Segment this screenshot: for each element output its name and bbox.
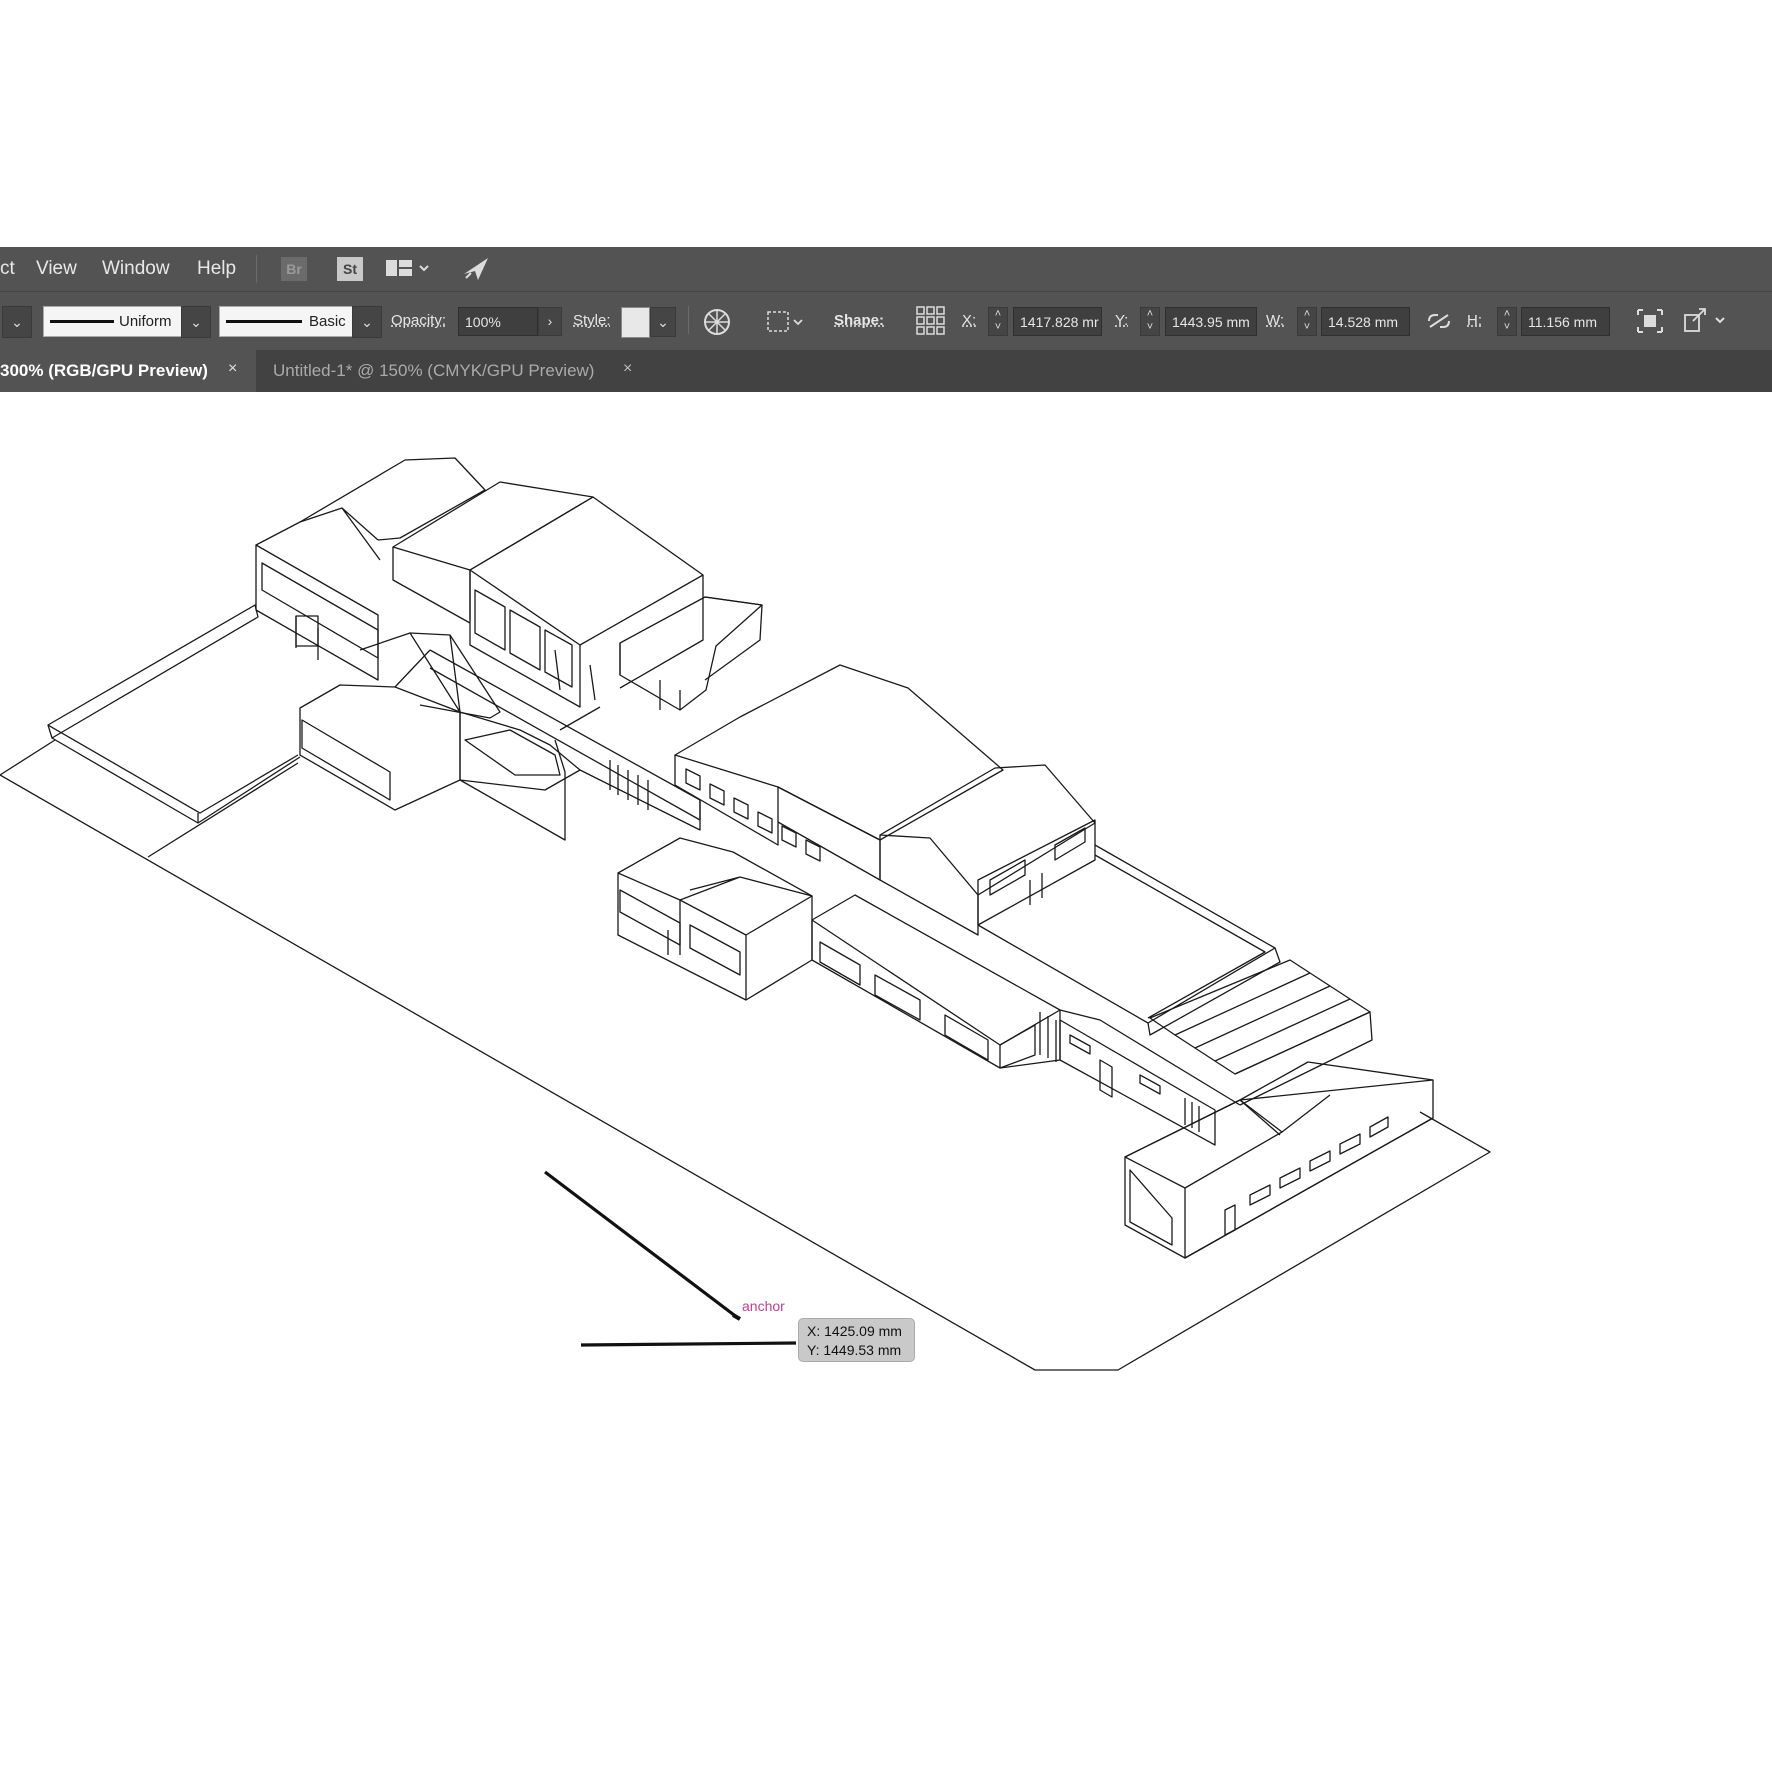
shape-label[interactable]: Shape: bbox=[834, 312, 884, 329]
gpu-performance-icon[interactable] bbox=[462, 256, 490, 287]
variable-width-profile-dropdown[interactable]: Uniform bbox=[43, 306, 183, 337]
x-stepper[interactable]: ˄ ˅ bbox=[988, 307, 1008, 336]
style-chevron-down-icon[interactable]: ⌄ bbox=[650, 307, 676, 337]
constrain-proportions-icon[interactable] bbox=[1426, 312, 1452, 335]
artboard-canvas[interactable]: anchor X: 1425.09 mm Y: 1449.53 mm bbox=[0, 392, 1772, 1772]
x-label[interactable]: X: bbox=[962, 312, 976, 329]
graphic-style-swatch[interactable] bbox=[621, 307, 650, 338]
stroke-weight-dropdown[interactable]: ⌄ bbox=[2, 306, 32, 338]
smart-guide-anchor-label: anchor bbox=[742, 1298, 785, 1314]
menu-view[interactable]: View bbox=[36, 258, 77, 280]
isolate-object-icon[interactable] bbox=[1636, 308, 1664, 339]
control-divider bbox=[688, 306, 689, 334]
y-field[interactable]: 1443.95 mm bbox=[1165, 307, 1257, 336]
brush-label: Basic bbox=[309, 313, 346, 330]
style-label[interactable]: Style: bbox=[573, 312, 611, 329]
coordinate-tooltip: X: 1425.09 mm Y: 1449.53 mm bbox=[798, 1318, 915, 1362]
transform-options-icon[interactable] bbox=[1683, 307, 1729, 340]
menu-window[interactable]: Window bbox=[102, 258, 170, 280]
tab-label: Untitled-1* @ 150% (CMYK/GPU Preview) bbox=[273, 361, 595, 380]
profile-chevron-down-icon[interactable]: ⌄ bbox=[181, 306, 211, 338]
y-label[interactable]: Y: bbox=[1115, 312, 1128, 329]
document-tab-bar: 300% (RGB/GPU Preview) × Untitled-1* @ 1… bbox=[0, 350, 1772, 392]
brush-definition-dropdown[interactable]: Basic bbox=[219, 306, 353, 337]
close-icon[interactable]: × bbox=[228, 360, 237, 378]
h-field[interactable]: 11.156 mm bbox=[1521, 307, 1610, 336]
menu-object[interactable]: ct bbox=[0, 258, 15, 280]
opacity-label[interactable]: Opacity: bbox=[391, 312, 446, 329]
stroke-profile-label: Uniform bbox=[119, 313, 172, 330]
tab-untitled-1[interactable]: Untitled-1* @ 150% (CMYK/GPU Preview) × bbox=[256, 350, 656, 392]
menu-divider bbox=[256, 255, 257, 283]
w-field[interactable]: 14.528 mm bbox=[1321, 307, 1410, 336]
opacity-field[interactable]: 100% bbox=[458, 307, 538, 336]
opacity-chevron-right-icon[interactable]: › bbox=[538, 307, 562, 336]
tab-active-document[interactable]: 300% (RGB/GPU Preview) × bbox=[0, 350, 256, 392]
w-stepper[interactable]: ˄ ˅ bbox=[1297, 307, 1317, 336]
stroke-preview bbox=[50, 320, 114, 323]
recolor-artwork-icon[interactable] bbox=[703, 308, 731, 341]
bridge-icon[interactable]: Br bbox=[281, 257, 307, 281]
menu-bar: ct View Window Help Br St bbox=[0, 247, 1772, 291]
control-bar: ⌄ Uniform ⌄ Basic ⌄ Opacity: 100% › Styl… bbox=[0, 291, 1772, 351]
close-icon[interactable]: × bbox=[623, 360, 632, 378]
tab-label: 300% (RGB/GPU Preview) bbox=[0, 361, 208, 380]
y-stepper[interactable]: ˄ ˅ bbox=[1140, 307, 1160, 336]
tooltip-y-readout: Y: 1449.53 mm bbox=[807, 1342, 902, 1358]
screen-margin bbox=[0, 0, 1772, 247]
x-field[interactable]: 1417.828 mr bbox=[1013, 307, 1102, 336]
brush-chevron-down-icon[interactable]: ⌄ bbox=[352, 306, 382, 338]
h-stepper[interactable]: ˄ ˅ bbox=[1497, 307, 1517, 336]
align-icon[interactable] bbox=[766, 309, 808, 340]
stock-icon[interactable]: St bbox=[337, 257, 363, 281]
brush-preview bbox=[226, 320, 302, 323]
menu-help[interactable]: Help bbox=[197, 258, 236, 280]
w-label[interactable]: W: bbox=[1266, 312, 1284, 329]
h-label[interactable]: H: bbox=[1467, 312, 1482, 329]
tooltip-x-readout: X: 1425.09 mm bbox=[807, 1323, 902, 1339]
isometric-building-drawing[interactable] bbox=[0, 392, 1772, 1772]
arrange-documents-icon[interactable] bbox=[386, 259, 432, 284]
reference-point-icon[interactable] bbox=[916, 306, 946, 341]
